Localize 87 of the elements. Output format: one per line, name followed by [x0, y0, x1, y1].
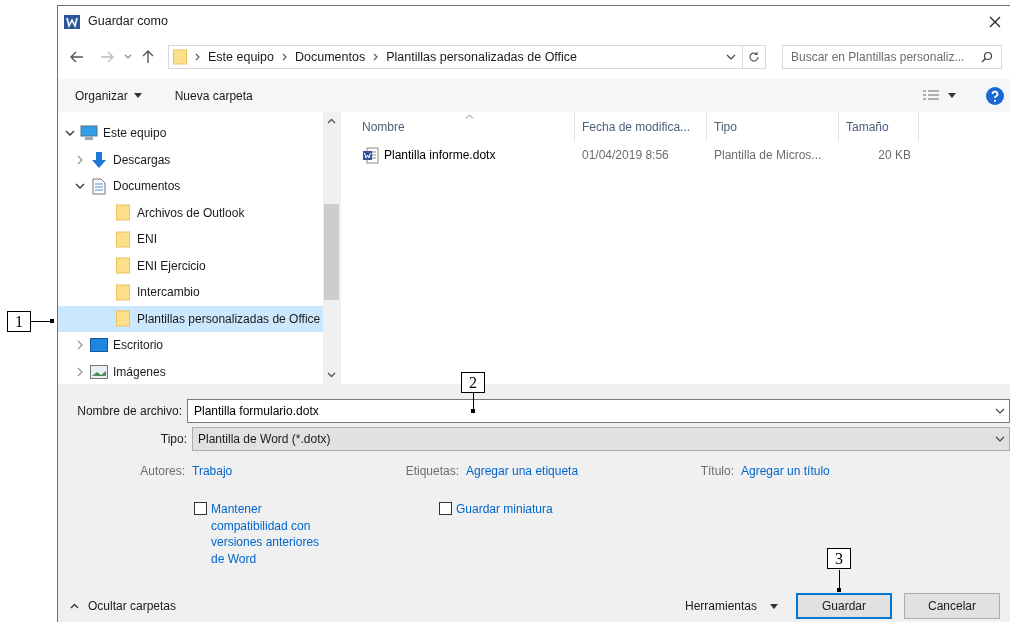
dropdown-caret-icon[interactable]: [133, 93, 142, 98]
tree-item[interactable]: Intercambio: [58, 279, 323, 306]
breadcrumb-item[interactable]: Este equipo: [208, 47, 275, 67]
computer-icon: [80, 125, 98, 142]
metadata-link[interactable]: Agregar un título: [741, 464, 830, 478]
checkbox[interactable]: [194, 502, 207, 515]
leader-line: [839, 570, 840, 590]
tree-item[interactable]: Este equipo: [58, 120, 323, 147]
callout-number: 3: [827, 548, 851, 569]
word-app-icon: [64, 13, 80, 30]
help-icon[interactable]: [986, 86, 1004, 105]
download-arrow-icon: [91, 150, 107, 169]
chevron-right-icon[interactable]: [77, 154, 83, 165]
tree-item[interactable]: Plantillas personalizadas de Office: [58, 305, 323, 332]
chevron-up-icon: [70, 603, 79, 609]
save-button[interactable]: Guardar: [796, 593, 892, 619]
scroll-down-icon[interactable]: [327, 372, 336, 378]
file-name-label: Nombre de archivo:: [76, 403, 183, 420]
metadata-label: Título:: [700, 464, 734, 478]
document-icon: [92, 177, 106, 195]
file-type-dropdown[interactable]: Plantilla de Word (*.dotx): [192, 427, 1010, 451]
column-header[interactable]: Tamaño: [839, 112, 919, 142]
dropdown-caret-icon[interactable]: [948, 93, 956, 98]
tree-item[interactable]: Descargas: [58, 146, 323, 173]
search-icon[interactable]: [981, 51, 993, 63]
search-field[interactable]: Buscar en Plantillas personaliz...: [782, 45, 1002, 69]
folder-icon: [116, 230, 130, 248]
folder-icon: [116, 204, 130, 222]
address-bar[interactable]: Este equipo Documentos Plantillas personalizadas de Office: [168, 45, 766, 69]
column-header[interactable]: Nombre: [355, 112, 575, 142]
chevron-right-icon: [282, 53, 288, 61]
tools-button[interactable]: Herramientas: [684, 597, 778, 615]
folder-icon: [116, 310, 130, 328]
metadata-label: Autores:: [140, 464, 185, 478]
file-name-field[interactable]: Plantilla formulario.dotx: [187, 399, 1010, 423]
breadcrumb-item[interactable]: Plantillas personalizadas de Office: [386, 47, 578, 67]
pictures-icon: [90, 364, 108, 379]
cancel-button[interactable]: Cancelar: [904, 593, 1000, 619]
desktop-icon: [90, 338, 108, 353]
new-folder-button[interactable]: Nueva carpeta: [174, 86, 253, 105]
table-cell-text: Plantilla de Micros...: [714, 147, 822, 164]
chevron-right-icon: [373, 53, 379, 61]
folder-icon: [173, 49, 187, 65]
file-name[interactable]: Plantilla informe.dotx: [384, 146, 496, 164]
hide-folders-button[interactable]: Ocultar carpetas: [70, 597, 177, 615]
column-header[interactable]: Tipo: [707, 112, 839, 142]
chevron-down-icon[interactable]: [65, 130, 75, 137]
metadata-label: Etiquetas:: [405, 464, 459, 478]
tree-item[interactable]: Escritorio: [58, 332, 323, 359]
tree-item[interactable]: Imágenes: [58, 358, 323, 385]
folder-icon: [116, 257, 130, 275]
scrollbar[interactable]: [323, 112, 340, 384]
table-cell-text: 01/04/2019 8:56: [582, 147, 669, 164]
callout-number: 1: [7, 311, 31, 332]
window-title: Guardar como: [88, 13, 168, 31]
back-arrow-icon[interactable]: [70, 51, 84, 63]
dropdown-caret-icon[interactable]: [995, 408, 1005, 414]
scrollbar-thumb[interactable]: [324, 204, 339, 300]
checkbox-label[interactable]: Mantener compatibilidad con versiones anteriores de Word: [211, 501, 327, 567]
callout-number: 2: [461, 372, 485, 393]
chevron-right-icon[interactable]: [77, 366, 83, 377]
tree-item[interactable]: ENI Ejercicio: [58, 252, 323, 279]
chevron-down-icon[interactable]: [75, 183, 85, 190]
chevron-right-icon: [195, 53, 200, 61]
tree-item[interactable]: ENI: [58, 226, 323, 253]
chevron-right-icon[interactable]: [77, 340, 83, 351]
dropdown-caret-icon[interactable]: [995, 436, 1005, 442]
up-arrow-icon[interactable]: [142, 50, 154, 64]
file-type-label: Tipo:: [159, 431, 188, 448]
scroll-up-icon[interactable]: [327, 118, 336, 124]
column-header[interactable]: Fecha de modifica...: [575, 112, 707, 142]
close-icon[interactable]: [989, 15, 1001, 28]
word-document-icon: [362, 146, 379, 164]
checkbox[interactable]: [439, 502, 452, 515]
tree-item[interactable]: Documentos: [58, 173, 323, 200]
dropdown-caret-icon: [770, 603, 778, 609]
metadata-link[interactable]: Trabajo: [192, 464, 233, 478]
metadata-link[interactable]: Agregar una etiqueta: [466, 464, 579, 478]
dropdown-caret-icon[interactable]: [726, 54, 736, 60]
table-cell-text: 20 KB: [878, 147, 911, 164]
tree-item[interactable]: Archivos de Outlook: [58, 199, 323, 226]
breadcrumb-item[interactable]: Documentos: [295, 47, 366, 67]
leader-line: [30, 321, 52, 322]
checkbox-label[interactable]: Guardar miniatura: [456, 501, 553, 518]
folder-icon: [116, 283, 130, 301]
organize-button[interactable]: Organizar: [75, 86, 142, 105]
refresh-icon[interactable]: [748, 51, 760, 63]
